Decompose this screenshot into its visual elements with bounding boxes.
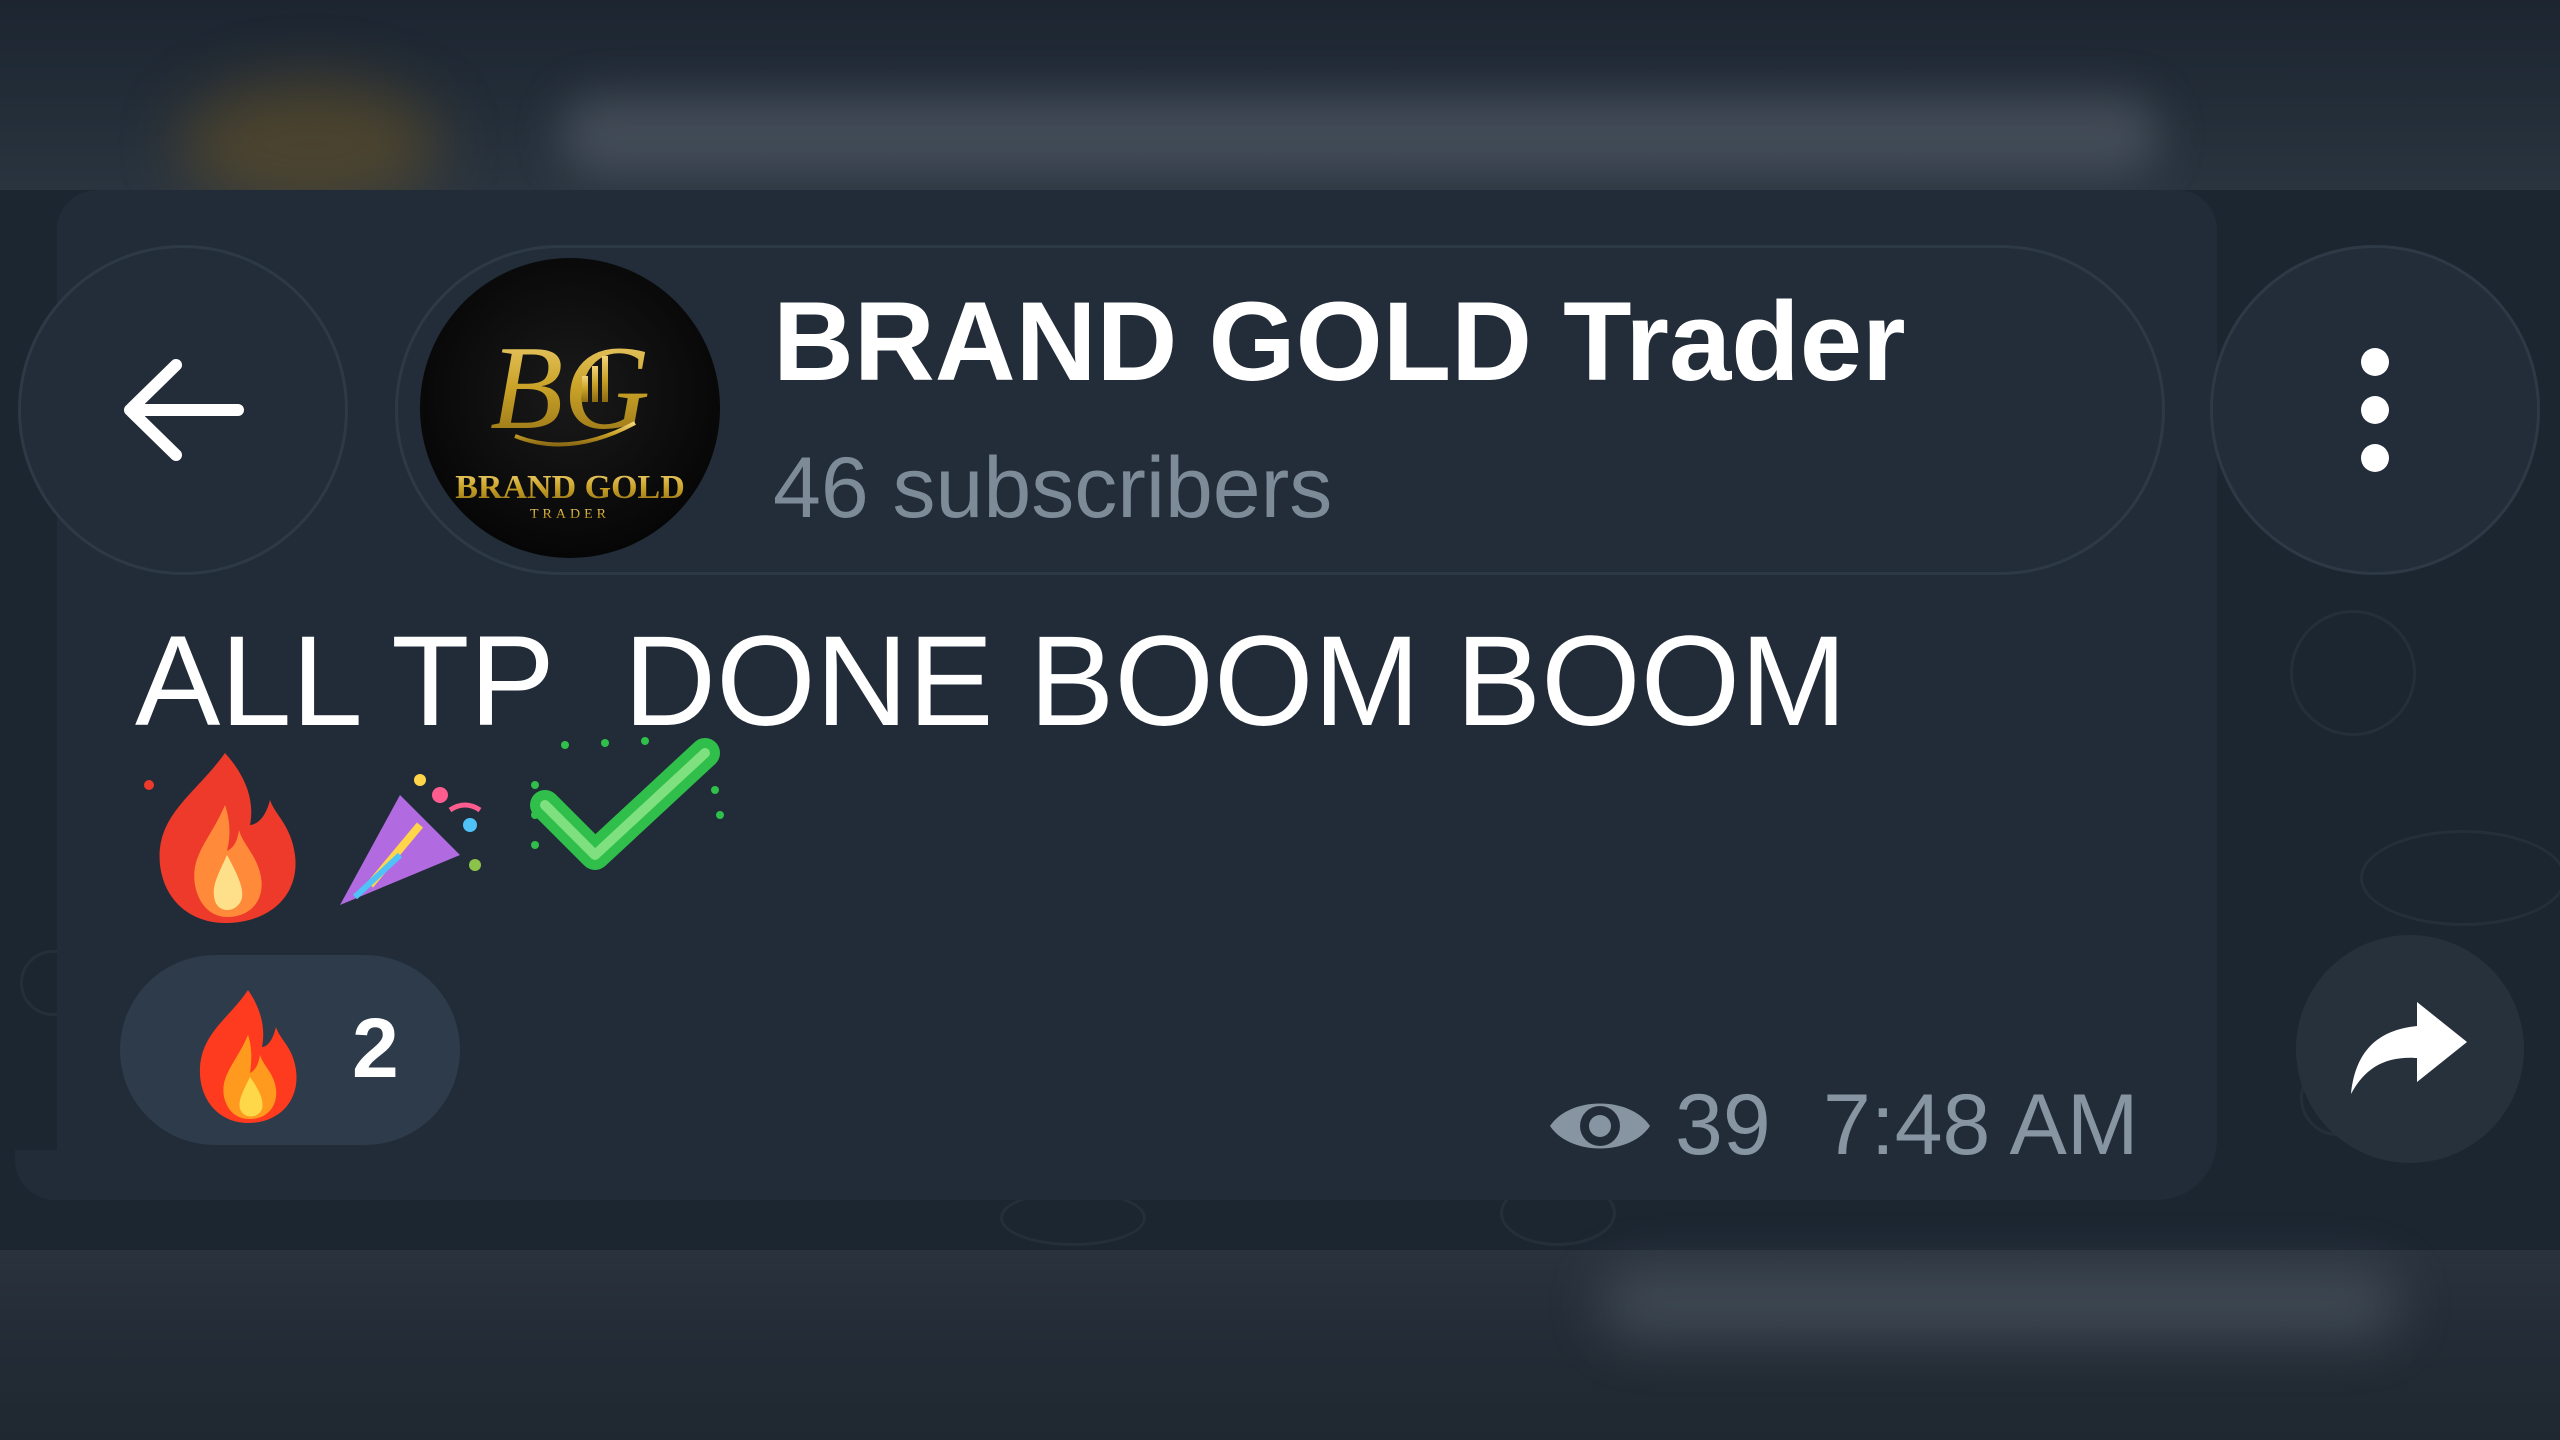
blurred-top-area (0, 0, 2560, 210)
message-time: 7:48 AM (1823, 1077, 2139, 1173)
arrow-left-icon (124, 359, 244, 461)
chat-screen: BG BRAND GOLD TRADER BRAND GOLD Trader 4… (0, 0, 2560, 1440)
fire-emoji (135, 745, 315, 930)
channel-title[interactable]: BRAND GOLD Trader (773, 282, 1906, 402)
message-emojis (135, 737, 735, 925)
message-meta: 39 7:48 AM (1545, 1070, 2145, 1180)
forward-button[interactable] (2296, 935, 2524, 1163)
check-mark-emoji (525, 735, 725, 890)
share-arrow-icon (2351, 1002, 2467, 1094)
blurred-bottom-area (0, 1250, 2560, 1440)
message-text: ALL TP DONE BOOM BOOM (135, 610, 1847, 753)
reaction-chip[interactable]: 2 (120, 955, 460, 1145)
back-button[interactable] (18, 245, 348, 575)
subscriber-count: 46 subscribers (773, 440, 1333, 536)
eye-icon (1550, 1103, 1650, 1149)
brand-logo-icon: BG BRAND GOLD TRADER (455, 321, 685, 522)
channel-avatar[interactable]: BG BRAND GOLD TRADER (420, 258, 720, 558)
more-options-button[interactable] (2210, 245, 2540, 575)
view-count: 39 (1675, 1077, 1771, 1173)
avatar-monogram: BG (490, 321, 650, 454)
more-vertical-icon (2361, 348, 2389, 472)
confetti-emoji (330, 765, 490, 930)
reaction-count: 2 (352, 1001, 399, 1095)
fire-emoji (199, 990, 297, 1123)
avatar-logo-text: BRAND GOLD (455, 469, 685, 506)
avatar-logo-subtext: TRADER (530, 507, 610, 522)
